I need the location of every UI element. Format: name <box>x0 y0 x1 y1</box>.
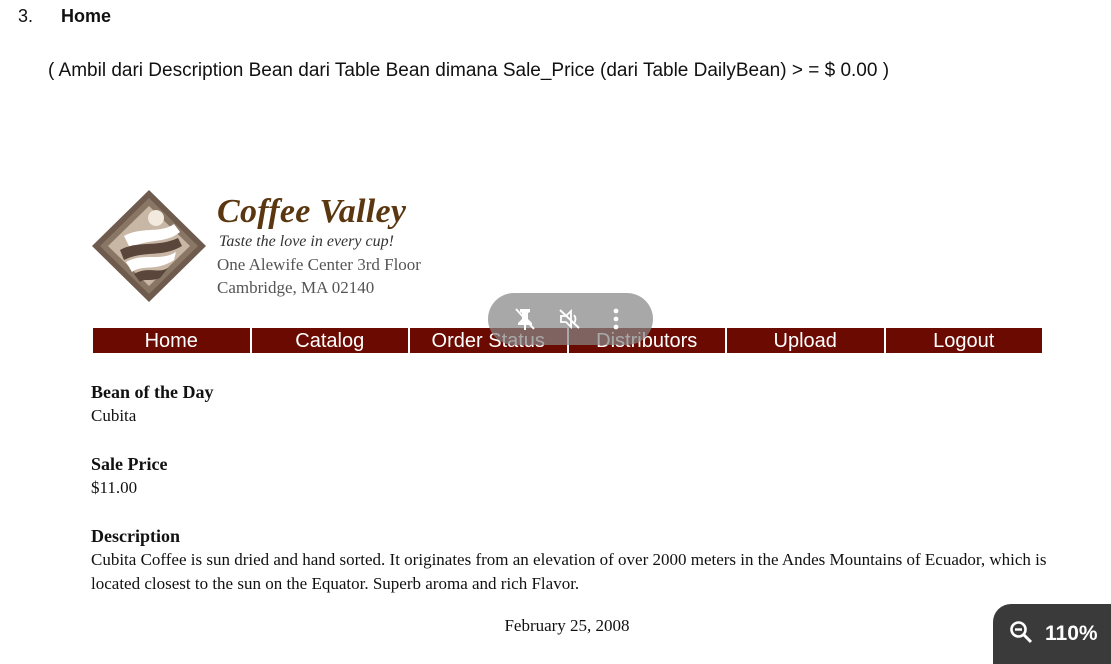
zoom-level: 110% <box>1045 622 1098 645</box>
zoom-indicator[interactable]: 110% <box>993 604 1111 664</box>
coffee-valley-logo <box>90 188 208 304</box>
mute-icon[interactable] <box>556 305 584 333</box>
sale-price-field: Sale Price $11.00 <box>91 452 167 499</box>
brand-tagline: Taste the love in every cup! <box>219 233 394 250</box>
brand-address-line1: One Alewife Center 3rd Floor <box>217 255 421 274</box>
video-controls-overlay <box>488 293 653 345</box>
sale-price-value: $11.00 <box>91 478 138 497</box>
section-number: 3. <box>18 5 34 26</box>
brand-name: Coffee Valley <box>217 193 407 230</box>
section-heading: 3. Home <box>18 4 111 28</box>
brand-address-line2: Cambridge, MA 02140 <box>217 278 375 297</box>
nav-upload[interactable]: Upload <box>727 328 886 353</box>
description-value: Cubita Coffee is sun dried and hand sort… <box>91 550 1047 593</box>
unpin-icon[interactable] <box>511 305 539 333</box>
bean-of-day-value: Cubita <box>91 406 137 425</box>
nav-home[interactable]: Home <box>93 328 252 353</box>
nav-catalog[interactable]: Catalog <box>252 328 410 353</box>
requirement-note: ( Ambil dari Description Bean dari Table… <box>48 60 890 81</box>
section-title: Home <box>61 5 112 26</box>
zoom-out-icon <box>1009 620 1033 648</box>
bean-of-day-field: Bean of the Day Cubita <box>91 380 214 427</box>
bean-of-day-label: Bean of the Day <box>91 382 214 402</box>
nav-logout[interactable]: Logout <box>886 328 1043 353</box>
brand-block: Coffee Valley Taste the love in every cu… <box>217 193 421 299</box>
description-field: Description Cubita Coffee is sun dried a… <box>91 524 1051 596</box>
more-vertical-icon[interactable] <box>602 305 630 333</box>
description-label: Description <box>91 526 180 546</box>
sale-price-label: Sale Price <box>91 454 168 474</box>
page-date: February 25, 2008 <box>504 616 630 635</box>
